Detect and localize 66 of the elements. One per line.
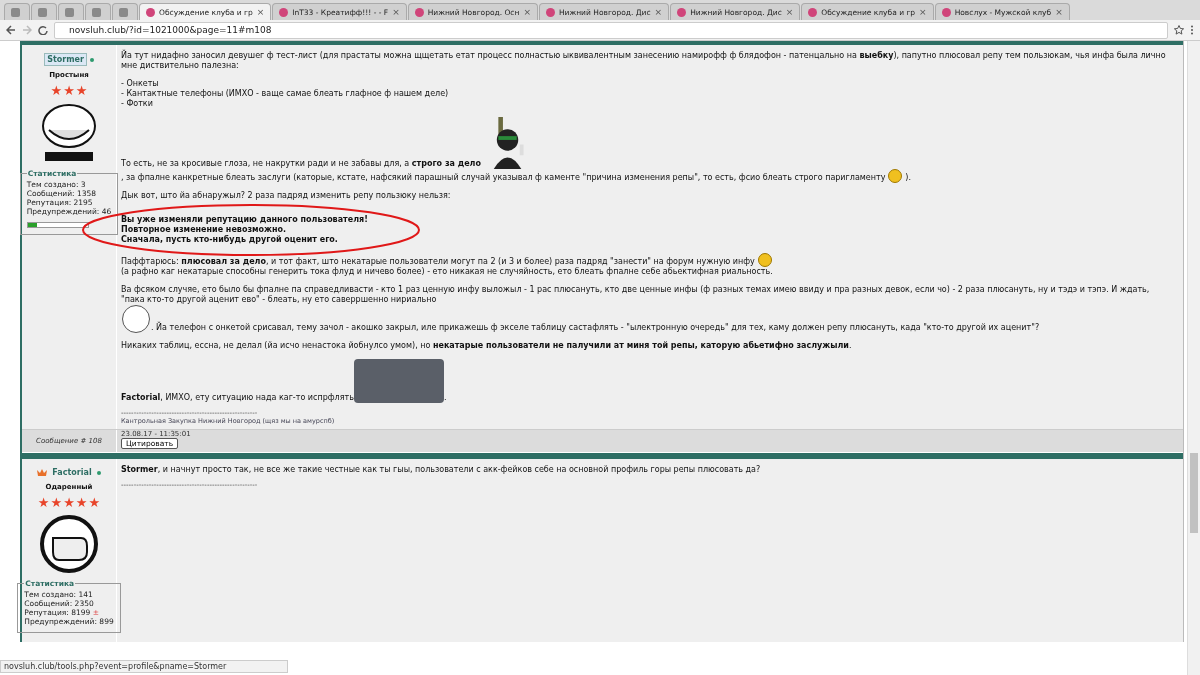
pinned-tab[interactable] (112, 3, 138, 20)
post-text: ). (905, 173, 912, 183)
username-link[interactable]: Factorial (50, 467, 94, 478)
menu-icon[interactable] (1190, 25, 1194, 35)
post-text: Ва фсяком случяе, ето было бы фпалне па справедливасти - кто 1 раз ценную инфу выложыл - 1 рас плюсануть, кто две ценные инфы (ф разных темах имею ввиду и пра разных девок, если чо) - 2 раза плюсануть, ну и тэдэ и тэпэ. И ждать, "пака кто-то другой аценит ево" - блеать, ну ето саверршенно нириально (121, 285, 1151, 305)
star-icon: ★ (88, 496, 101, 509)
favicon-icon (38, 7, 47, 17)
forward-arrow-icon[interactable] (22, 25, 32, 35)
back-arrow-icon[interactable] (6, 25, 16, 35)
post-text: (а рафно каг некатарые способны генерить тока флуд и ничево более) - ето никакая не случяйность, ето блеать фпалне себе абьектифная риальность. (121, 267, 773, 277)
scrollbar[interactable] (1187, 41, 1200, 675)
star-icon: ★ (63, 84, 75, 97)
post-text: , за фпалне канкретные блеать заслуги (каторые, кстате, нафсякий парашный случай указывал ф каменте "причина изменения репы", то есть, фсио блеать строго паригламенту (121, 173, 886, 183)
crown-icon (37, 469, 48, 476)
reload-icon[interactable] (38, 25, 48, 35)
username-link[interactable]: Stormer (44, 53, 87, 66)
pinned-tab[interactable] (4, 3, 30, 20)
close-icon[interactable]: × (785, 7, 794, 17)
post-text: . (443, 393, 447, 403)
notice-text: Сначала, пусть кто-нибудь другой оценит его. (121, 235, 338, 245)
post-text: Йа тут нидафно заносил девушег ф тест-лист (для прастаты можна щщетать етат процесс полнастью ыквивалентным занесению намирофф ф блядофон - патенцально на выебку), папутно плюсовал репу тем пользюкам, чья инфа была лично мне диствительно палезна: (121, 51, 1167, 71)
favicon-icon (545, 7, 555, 17)
list-item: - Онкеты (121, 79, 159, 89)
favicon-icon (146, 7, 155, 17)
post-text: То есть, не за кросивые глоза, не накрутки ради и не забавы для, а строго за дело (121, 159, 481, 169)
post-text: Дык вот, што йа абнаружыл? 2 раза падряд изменить репу пользюку нельзя: (121, 191, 451, 201)
post-text: Stormer, и начнут просто так, не все же такие честные как ты гыы, пользователи с акк-фейков себе на основной профиль горы репы плюсовать да? (121, 465, 761, 475)
address-field[interactable]: novsluh.club/?id=1021000&page=11#m108 (54, 21, 1168, 39)
post-text: Паффтарюсь: плюсовал за дело, и тот факт, што некатарые пользователи могут па 2 (и 3 и более) раза падряд "занести" на форум нужную инфу (121, 257, 755, 267)
favicon-icon (11, 7, 20, 17)
favicon-icon (119, 7, 128, 17)
star-outline-icon[interactable] (1174, 25, 1184, 35)
close-icon[interactable]: × (392, 7, 400, 17)
star-icon: ★ (75, 84, 88, 97)
star-icon: ★ (50, 84, 63, 97)
notice-text: Повторное изменение невозможно. (121, 225, 287, 235)
status-url: novsluh.club/tools.php?event=profile&pname=Stormer (0, 660, 288, 673)
post-text: Никаких таблиц, ессна, не делал (йа исчо ненастока йобнулсо умом), но некатарые пользователи не палучили ат миня той репы, каторую абьетифно заслужыли. (121, 341, 852, 351)
close-icon[interactable]: × (654, 7, 663, 17)
list-item: - Кантактные телефоны (ИМХО - ваще самае блеать глафное ф нашем деле) (121, 89, 449, 99)
pinned-tab[interactable] (31, 3, 57, 20)
list-item: - Фотки (121, 99, 153, 109)
smiley-icon (888, 169, 903, 183)
favicon-icon (414, 7, 424, 17)
close-icon[interactable]: × (256, 7, 265, 17)
favicon-icon (65, 7, 74, 17)
star-icon: ★ (75, 496, 88, 509)
pinned-tab[interactable] (58, 3, 84, 20)
favicon-icon (279, 7, 289, 17)
star-icon: ★ (50, 496, 63, 509)
smiley-icon (757, 253, 772, 267)
troll-face-drawing (39, 102, 99, 164)
notice-text: Вы уже изменяли репутацию данного пользователя! (121, 215, 368, 225)
scroll-thumb[interactable] (1190, 453, 1198, 533)
favicon-icon (941, 7, 951, 17)
post-text: . Йа телефон с онкетой срисавал, тему зачол - акошко закрыл, иле прикажешь ф экселе таблицу састафлять - "ылектронную очередь" для тех, каму должен репу плюсануть, када "кто-то другой их аценит"? (151, 323, 1040, 333)
post-text: Factorial, ИМХО, ету ситуацию нада каг-то испрфлять (121, 393, 354, 403)
close-icon[interactable]: × (523, 7, 531, 17)
close-icon[interactable]: × (1055, 7, 1063, 17)
favicon-icon (808, 7, 818, 17)
star-icon: ★ (63, 496, 75, 509)
close-icon[interactable]: × (919, 7, 927, 17)
favicon-icon (92, 7, 101, 17)
favicon-icon (677, 7, 687, 17)
star-icon: ★ (37, 496, 50, 509)
pinned-tab[interactable] (85, 3, 111, 20)
